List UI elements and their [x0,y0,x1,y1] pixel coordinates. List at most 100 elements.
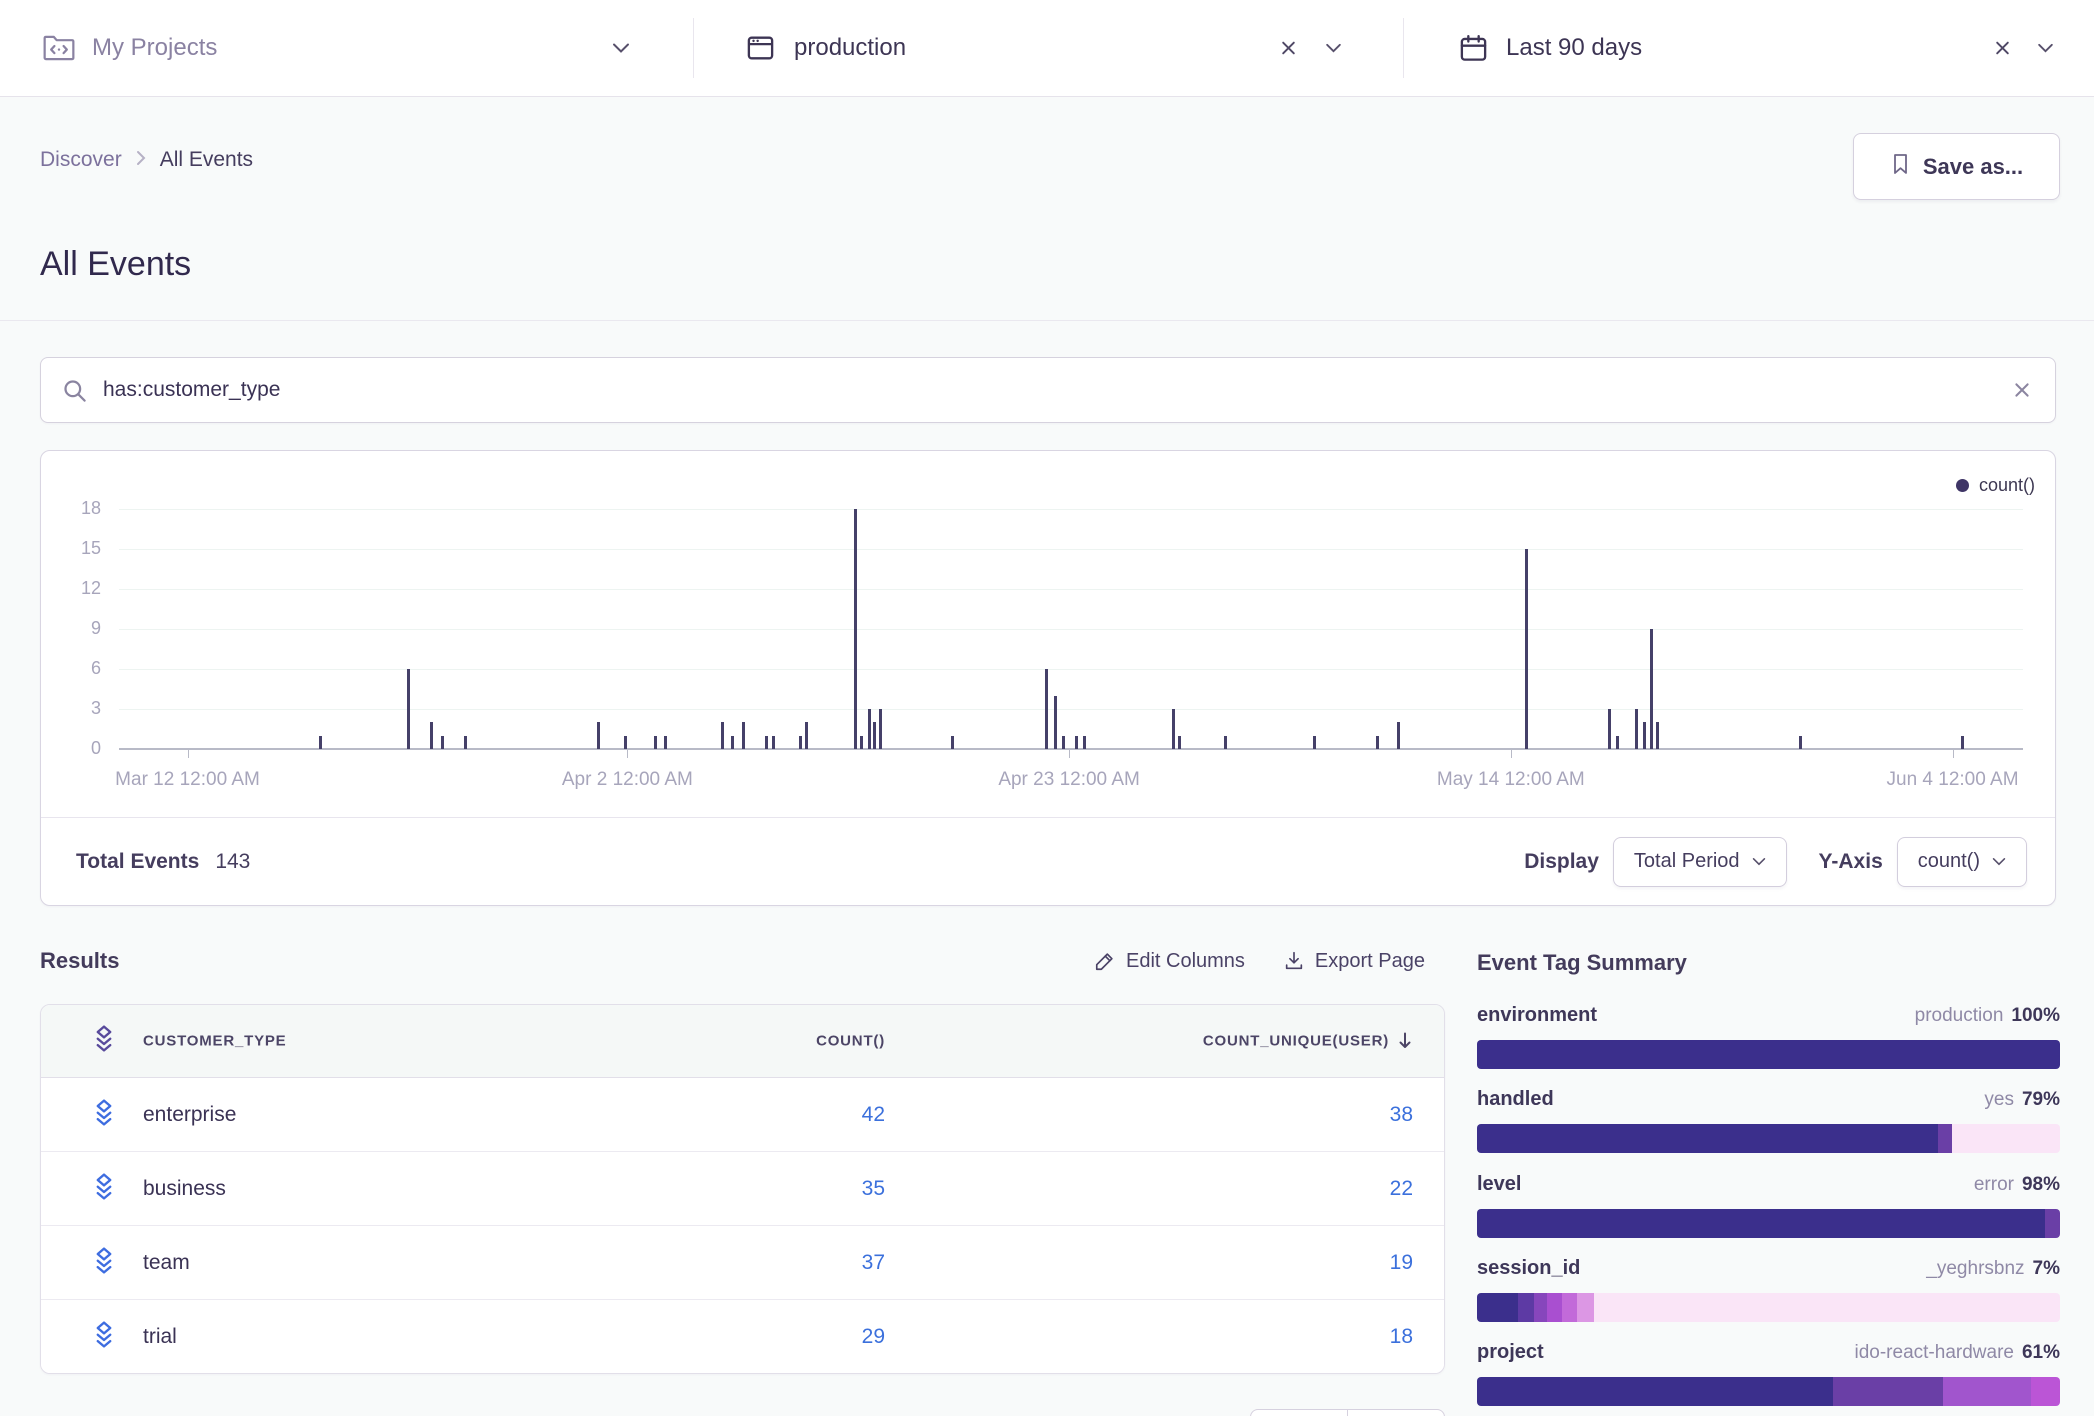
chart-bar[interactable] [873,722,876,749]
project-filter[interactable]: My Projects [92,34,217,62]
chart-bar[interactable] [860,736,863,749]
export-page-button[interactable]: Export Page [1283,950,1425,973]
chart-bar[interactable] [597,722,600,749]
search-icon [61,377,88,409]
tag-bar-segment[interactable] [1477,1293,1518,1322]
chart-bar[interactable] [1608,709,1611,749]
chart-bar[interactable] [879,709,882,749]
tag-bar-segment[interactable] [1518,1293,1534,1322]
tag-bar-segment[interactable] [1477,1377,1833,1406]
chart-bar[interactable] [1178,736,1181,749]
chart-bar[interactable] [1054,696,1057,749]
search-input[interactable] [101,359,1995,421]
pagination-next-button[interactable] [1347,1410,1444,1416]
tag-bar-segment[interactable] [1562,1293,1577,1322]
date-filter-chevron-down-icon[interactable] [2037,43,2054,53]
breadcrumb-discover-link[interactable]: Discover [40,148,122,172]
tag-distribution-bar[interactable] [1477,1377,2060,1406]
chart-bar[interactable] [742,722,745,749]
chart-bar[interactable] [441,736,444,749]
chart-bar[interactable] [1525,549,1528,749]
environment-filter-close-icon[interactable] [1280,40,1297,57]
chart-bar[interactable] [799,736,802,749]
environment-filter[interactable]: production [794,34,906,62]
tag-bar-segment[interactable] [1952,1124,2060,1153]
count-unique-cell-link[interactable]: 38 [1213,1103,1413,1127]
tag-distribution-bar[interactable] [1477,1293,2060,1322]
chart-bar[interactable] [721,722,724,749]
tag-bar-segment[interactable] [1534,1293,1547,1322]
column-header-customer-type[interactable]: CUSTOMER_TYPE [143,1033,286,1050]
chart-bar[interactable] [854,509,857,749]
chart-bar[interactable] [1961,736,1964,749]
environment-filter-chevron-down-icon[interactable] [1325,43,1342,53]
chart-bar[interactable] [1083,736,1086,749]
search-clear-icon[interactable] [2013,381,2031,399]
count-cell-link[interactable]: 35 [685,1177,885,1201]
edit-columns-button[interactable]: Edit Columns [1094,950,1245,973]
count-unique-cell-link[interactable]: 18 [1213,1325,1413,1349]
tag-bar-segment[interactable] [2031,1377,2060,1406]
count-cell-link[interactable]: 37 [685,1251,885,1275]
date-filter[interactable]: Last 90 days [1506,34,1642,62]
chart-bar[interactable] [868,709,871,749]
tag-bar-segment[interactable] [1477,1040,2060,1069]
chart-bar[interactable] [1650,629,1653,749]
chart-bar[interactable] [1397,722,1400,749]
date-filter-close-icon[interactable] [1994,40,2011,57]
tag-summary-section: handledyes79% [1477,1088,2060,1154]
tag-bar-segment[interactable] [1938,1124,1953,1153]
display-select[interactable]: Total Period [1613,837,1787,887]
x-axis-tick-mark [1069,749,1070,758]
chart-bar[interactable] [951,736,954,749]
count-unique-cell-link[interactable]: 22 [1213,1177,1413,1201]
tag-bar-segment[interactable] [1833,1377,1944,1406]
chart-bar[interactable] [1062,736,1065,749]
chart-bar[interactable] [407,669,410,749]
y-axis-select[interactable]: count() [1897,837,2027,887]
chart-bar[interactable] [464,736,467,749]
chart-bar[interactable] [430,722,433,749]
count-cell-link[interactable]: 29 [685,1325,885,1349]
column-header-count[interactable]: COUNT() [685,1033,885,1050]
chart-bar[interactable] [765,736,768,749]
chart-bar[interactable] [664,736,667,749]
chart-bar[interactable] [1616,736,1619,749]
chart-bar[interactable] [1376,736,1379,749]
chart-bar[interactable] [1799,736,1802,749]
chart-bar[interactable] [1224,736,1227,749]
chart-bar[interactable] [1643,722,1646,749]
chart-bar[interactable] [1656,722,1659,749]
pagination-previous-button[interactable] [1251,1410,1347,1416]
tag-top-value: production100% [1915,1005,2060,1027]
chart-plot-area[interactable]: 0369121518Mar 12 12:00 AMApr 2 12:00 AMA… [41,451,2055,817]
tag-bar-segment[interactable] [1943,1377,2030,1406]
count-cell-link[interactable]: 42 [685,1103,885,1127]
chart-bar[interactable] [624,736,627,749]
chart-bar[interactable] [654,736,657,749]
tag-bar-segment[interactable] [1577,1293,1593,1322]
chart-bar[interactable] [1635,709,1638,749]
tag-distribution-bar[interactable] [1477,1209,2060,1238]
tag-distribution-bar[interactable] [1477,1124,2060,1153]
column-header-count-unique[interactable]: COUNT_UNIQUE(USER) [1141,1032,1413,1051]
chart-bar[interactable] [1075,736,1078,749]
count-unique-cell-link[interactable]: 19 [1213,1251,1413,1275]
chart-bar[interactable] [319,736,322,749]
save-as-button[interactable]: Save as... [1853,133,2060,200]
chart-bar[interactable] [805,722,808,749]
tag-bar-segment[interactable] [1477,1124,1938,1153]
tag-bar-segment[interactable] [1477,1209,2045,1238]
chart-bar[interactable] [1172,709,1175,749]
tag-distribution-bar[interactable] [1477,1040,2060,1069]
chart-bar[interactable] [1045,669,1048,749]
chart-bar[interactable] [731,736,734,749]
tag-bar-segment[interactable] [1594,1293,2060,1322]
tag-bar-segment[interactable] [2045,1209,2060,1238]
tag-bar-segment[interactable] [1547,1293,1562,1322]
chart-bar[interactable] [1313,736,1316,749]
project-filter-chevron-down-icon[interactable] [612,43,630,54]
search-bar [40,357,2056,423]
sort-descending-icon [1397,1032,1413,1051]
chart-bar[interactable] [772,736,775,749]
